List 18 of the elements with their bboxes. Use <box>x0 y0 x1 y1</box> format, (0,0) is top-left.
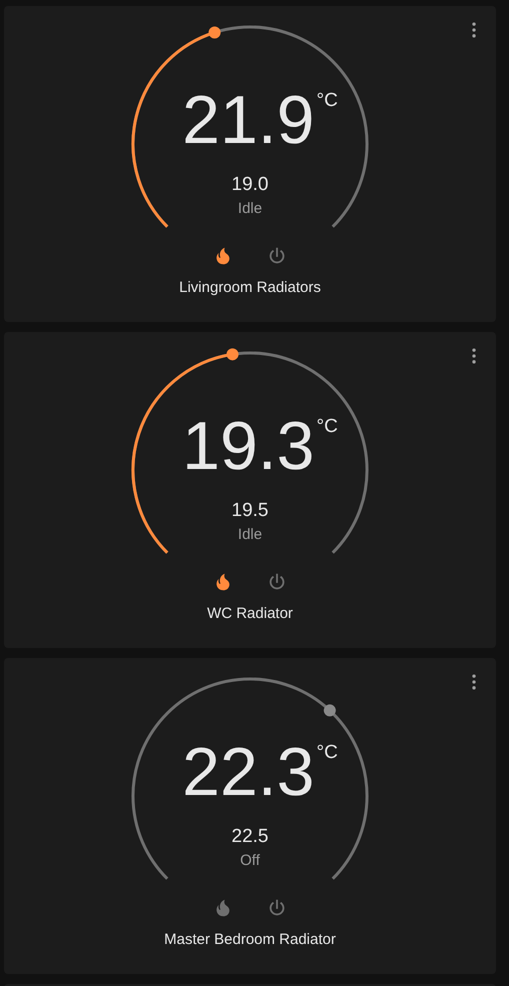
target-temperature: 22.5 <box>232 826 268 848</box>
dial-handle[interactable] <box>324 704 336 716</box>
dial-handle[interactable] <box>208 26 221 38</box>
status-text: Idle <box>238 526 262 543</box>
target-temperature: 19.5 <box>232 500 268 522</box>
dial-handle[interactable] <box>226 348 238 360</box>
temperature-unit: °C <box>316 742 338 764</box>
thermostat-name: Livingroom Radiators <box>179 279 321 296</box>
current-temperature: 22.3 <box>182 738 315 806</box>
thermostat-name: WC Radiator <box>207 605 293 622</box>
thermostat-name: Master Bedroom Radiator <box>164 931 336 948</box>
status-text: Off <box>240 852 260 869</box>
status-text: Idle <box>238 200 262 217</box>
current-temperature: 19.3 <box>182 412 315 480</box>
target-temperature: 19.0 <box>232 174 268 196</box>
current-temperature: 21.9 <box>182 86 315 154</box>
temperature-unit: °C <box>316 90 338 112</box>
temperature-unit: °C <box>316 416 338 438</box>
